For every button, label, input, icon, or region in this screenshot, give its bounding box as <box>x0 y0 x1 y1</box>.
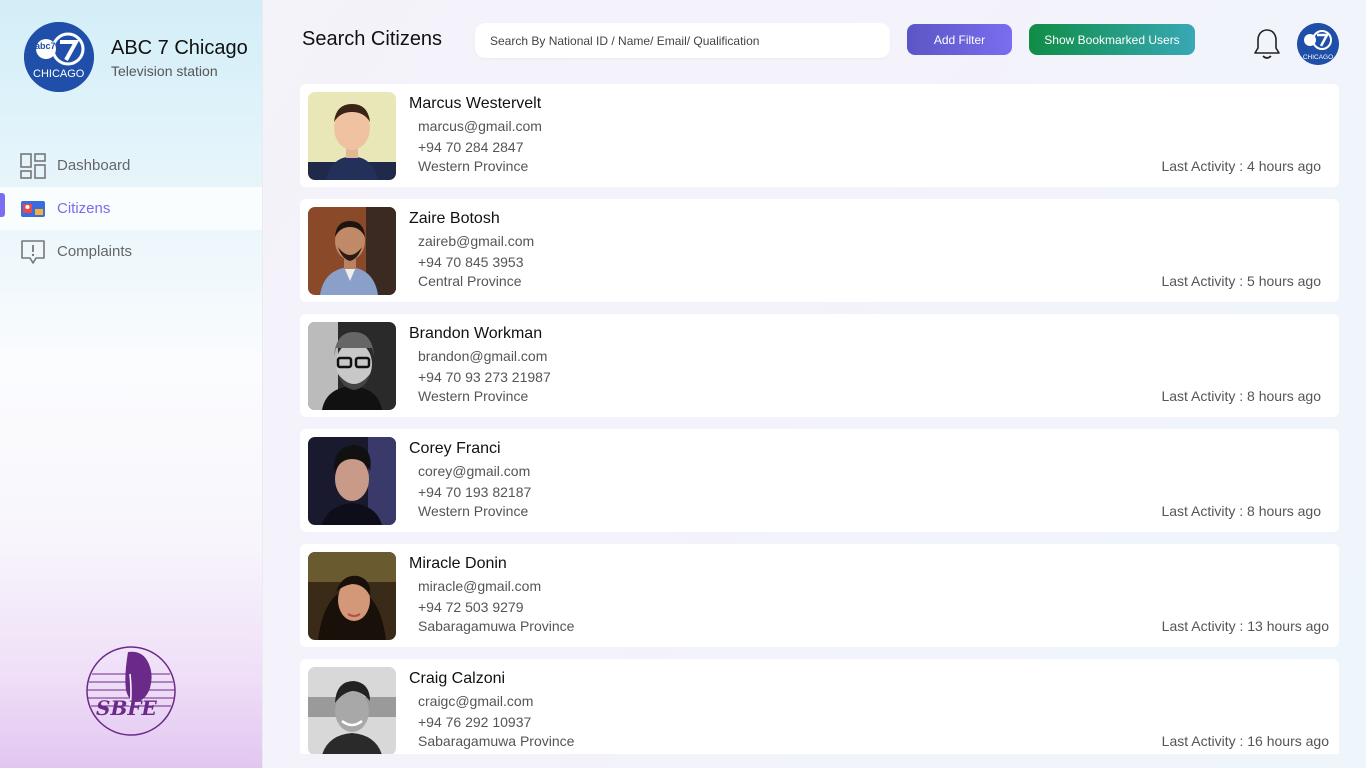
citizen-phone: +94 70 93 273 21987 <box>418 369 551 385</box>
sidebar-nav: Dashboard Citizens Complaints <box>0 144 262 273</box>
citizen-province: Western Province <box>418 388 529 404</box>
citizen-last-activity: Last Activity : 8 hours ago <box>1161 388 1321 404</box>
show-bookmarked-users-button[interactable]: Show Bookmarked Users <box>1029 24 1195 55</box>
citizen-phone: +94 70 193 82187 <box>418 484 532 500</box>
sidebar-item-label: Complaints <box>57 243 133 260</box>
sidebar-item-complaints[interactable]: Complaints <box>0 230 262 273</box>
user-avatar[interactable]: CHICAGO <box>1297 23 1339 65</box>
complaint-alert-icon <box>20 239 46 265</box>
sbfe-emblem-text: SBFE <box>96 696 157 720</box>
citizen-phone: +94 76 292 10937 <box>418 714 532 730</box>
citizen-email: marcus@gmail.com <box>418 118 542 134</box>
citizen-name: Craig Calzoni <box>409 670 506 687</box>
brand-text: ABC 7 Chicago Television station <box>111 36 248 79</box>
citizen-name: Brandon Workman <box>409 325 543 342</box>
notification-bell-icon[interactable] <box>1251 27 1283 61</box>
citizen-province: Sabaragamuwa Province <box>418 733 575 749</box>
citizen-last-activity: Last Activity : 5 hours ago <box>1161 273 1321 289</box>
sidebar-item-dashboard[interactable]: Dashboard <box>0 144 262 187</box>
sbfe-emblem: SBFE <box>84 644 178 738</box>
citizen-province: Western Province <box>418 158 529 174</box>
citizen-last-activity: Last Activity : 4 hours ago <box>1161 158 1321 174</box>
citizen-card[interactable]: Corey Franci corey@gmail.com +94 70 193 … <box>300 429 1339 532</box>
sidebar-item-label: Citizens <box>57 200 111 217</box>
citizen-email: craigc@gmail.com <box>418 693 534 709</box>
citizen-email: brandon@gmail.com <box>418 348 548 364</box>
citizen-name: Corey Franci <box>409 440 501 457</box>
dashboard-grid-icon <box>20 152 46 179</box>
sidebar-item-label: Dashboard <box>57 157 131 174</box>
citizen-phone: +94 70 845 3953 <box>418 254 524 270</box>
svg-text:CHICAGO: CHICAGO <box>1303 54 1333 61</box>
citizen-list: Marcus Westervelt marcus@gmail.com +94 7… <box>300 84 1339 754</box>
citizen-photo <box>308 667 396 754</box>
sbfe-emblem-icon <box>86 646 176 736</box>
citizen-card[interactable]: Zaire Botosh zaireb@gmail.com +94 70 845… <box>300 199 1339 302</box>
citizen-name: Miracle Donin <box>409 555 507 572</box>
search-input[interactable] <box>475 23 890 58</box>
citizen-card[interactable]: Marcus Westervelt marcus@gmail.com +94 7… <box>300 84 1339 187</box>
citizen-photo <box>308 437 396 525</box>
citizen-province: Western Province <box>418 503 529 519</box>
sidebar-item-citizens[interactable]: Citizens <box>0 187 262 230</box>
citizen-photo <box>308 207 396 295</box>
citizen-last-activity: Last Activity : 8 hours ago <box>1161 503 1321 519</box>
citizen-name: Zaire Botosh <box>409 210 500 227</box>
sidebar: abc7 CHICAGO ABC 7 Chicago Television st… <box>0 0 262 768</box>
citizen-card[interactable]: Miracle Donin miracle@gmail.com +94 72 5… <box>300 544 1339 647</box>
add-filter-button[interactable]: Add Filter <box>907 24 1012 55</box>
abc7-logo-icon <box>24 22 94 92</box>
citizen-name: Marcus Westervelt <box>409 95 542 112</box>
abc7-logo-mark: abc7 <box>35 41 56 51</box>
citizen-last-activity: Last Activity : 13 hours ago <box>1161 618 1329 634</box>
citizen-photo <box>308 322 396 410</box>
abc7-logo-caption: CHICAGO <box>33 68 85 80</box>
abc7-logo: abc7 CHICAGO <box>24 22 94 92</box>
page-title: Search Citizens <box>302 28 443 50</box>
citizen-last-activity: Last Activity : 16 hours ago <box>1161 733 1329 749</box>
citizen-photo <box>308 552 396 640</box>
citizen-card[interactable]: Brandon Workman brandon@gmail.com +94 70… <box>300 314 1339 417</box>
citizen-province: Sabaragamuwa Province <box>418 618 575 634</box>
abc7-avatar-icon: CHICAGO <box>1297 23 1339 65</box>
citizen-card[interactable]: Craig Calzoni craigc@gmail.com +94 76 29… <box>300 659 1339 754</box>
brand: abc7 CHICAGO ABC 7 Chicago Television st… <box>24 22 248 92</box>
citizen-email: zaireb@gmail.com <box>418 233 535 249</box>
brand-subtitle: Television station <box>111 62 218 79</box>
citizen-province: Central Province <box>418 273 522 289</box>
citizen-photo <box>308 92 396 180</box>
citizen-phone: +94 72 503 9279 <box>418 599 524 615</box>
citizen-email: miracle@gmail.com <box>418 578 542 594</box>
citizens-card-icon <box>20 196 46 222</box>
citizen-email: corey@gmail.com <box>418 463 531 479</box>
citizen-phone: +94 70 284 2847 <box>418 139 524 155</box>
brand-title: ABC 7 Chicago <box>111 36 248 59</box>
